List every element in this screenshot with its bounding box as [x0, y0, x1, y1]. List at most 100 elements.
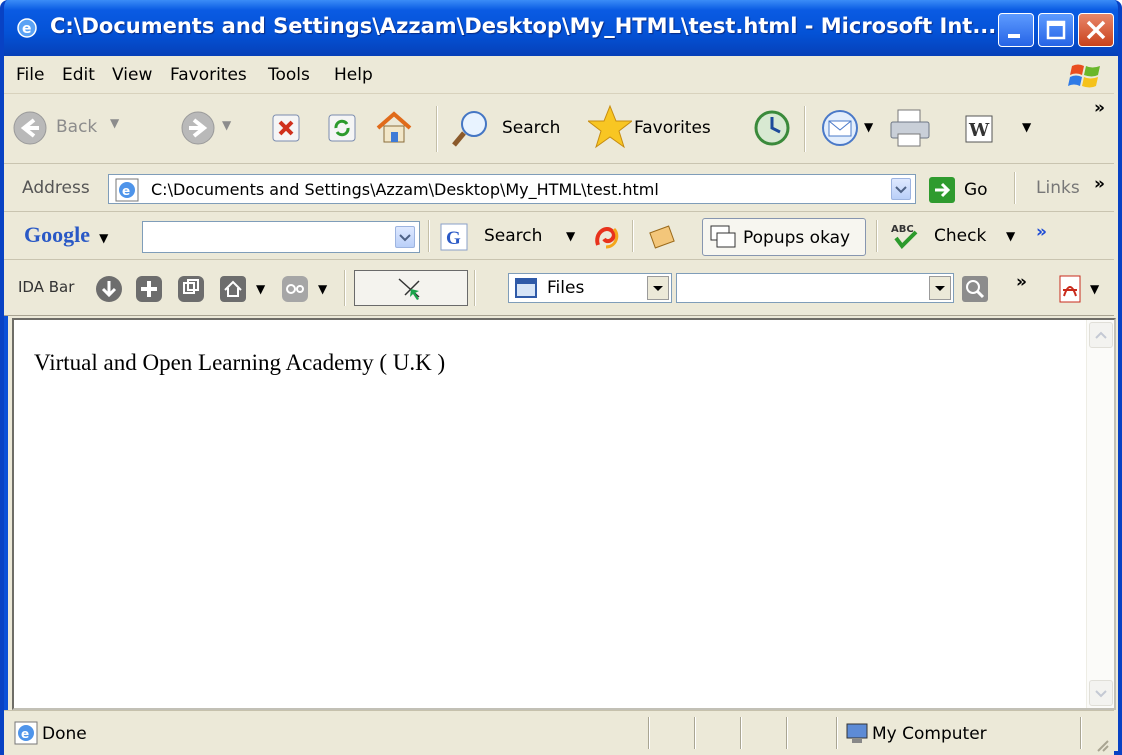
download-circle-icon[interactable] — [94, 274, 124, 304]
google-search-dropdown[interactable] — [395, 226, 415, 248]
svg-text:e: e — [22, 21, 32, 37]
edit-dropdown-icon[interactable]: ▼ — [1022, 120, 1031, 134]
popup-blocker-button[interactable]: Popups okay — [702, 218, 866, 256]
windows-stack-icon[interactable] — [176, 274, 206, 304]
maximize-button[interactable] — [1038, 13, 1074, 47]
page-ie-icon: e — [115, 178, 139, 202]
menu-favorites[interactable]: Favorites — [170, 65, 247, 85]
print-icon[interactable] — [888, 108, 934, 148]
google-overflow-chevron[interactable]: » — [1036, 222, 1047, 242]
title-bar[interactable]: e C:\Documents and Settings\Azzam\Deskto… — [4, 0, 1118, 56]
status-separator — [836, 717, 838, 749]
ida-toolbar: IDA Bar ▼ ▼ Files » ▼ — [4, 260, 1114, 316]
close-button[interactable] — [1078, 13, 1114, 47]
back-dropdown-icon[interactable]: ▼ — [110, 116, 119, 130]
magnifier-icon — [452, 111, 487, 147]
forward-arrow-icon[interactable] — [180, 110, 216, 146]
minimize-icon — [1008, 34, 1020, 38]
toolbar-separator — [428, 220, 430, 252]
links-button[interactable]: Links — [1036, 178, 1080, 198]
ida-address-dropdown-arrow[interactable] — [929, 276, 951, 300]
menu-help[interactable]: Help — [334, 65, 373, 85]
page-text: Virtual and Open Learning Academy ( U.K … — [34, 350, 446, 375]
ie-icon: e — [17, 18, 37, 38]
word-edit-icon[interactable]: W — [964, 114, 994, 144]
page-content: Virtual and Open Learning Academy ( U.K … — [12, 318, 1116, 710]
google-logo: Google — [24, 222, 90, 247]
toolbar-separator — [632, 220, 634, 252]
menu-edit[interactable]: Edit — [62, 65, 95, 85]
menu-file[interactable]: File — [16, 65, 44, 85]
star-icon — [588, 104, 632, 149]
status-separator — [694, 717, 696, 749]
standard-toolbar: Back ▼ ▼ Search Favorites ▼ W ▼ » — [4, 94, 1114, 164]
files-dropdown[interactable]: Files — [508, 273, 672, 303]
toolbar-separator — [344, 270, 346, 306]
refresh-icon[interactable] — [326, 112, 358, 144]
menu-tools[interactable]: Tools — [268, 65, 310, 85]
address-input[interactable]: e C:\Documents and Settings\Azzam\Deskto… — [108, 174, 916, 204]
ida-home-icon[interactable] — [218, 274, 248, 304]
back-arrow-icon — [13, 111, 47, 145]
ida-overflow-chevron[interactable]: » — [1016, 272, 1027, 292]
my-computer-icon — [846, 723, 868, 743]
svg-text:e: e — [21, 727, 29, 741]
cursor-target-icon — [398, 278, 420, 300]
google-dropdown-icon: ▼ — [99, 231, 109, 245]
toolbar-separator — [804, 106, 806, 152]
ida-cursor-button[interactable] — [354, 270, 468, 306]
ida-tools-icon[interactable] — [280, 274, 310, 304]
home-icon[interactable] — [374, 108, 414, 148]
resize-grip-icon[interactable] — [1094, 737, 1110, 753]
google-toolbar: Google ▼ G Search ▼ Popups okay ABC Chec… — [4, 212, 1114, 260]
menu-view[interactable]: View — [112, 65, 152, 85]
scroll-up-button[interactable] — [1089, 322, 1113, 348]
spell-check-button[interactable]: ABC Check ▼ — [890, 220, 1040, 252]
scroll-down-button[interactable] — [1089, 680, 1113, 706]
search-dropdown-icon: ▼ — [566, 229, 576, 243]
svg-text:ABC: ABC — [891, 224, 914, 235]
window-icon — [515, 278, 537, 298]
add-icon[interactable] — [134, 274, 164, 304]
status-separator — [786, 717, 788, 749]
mail-icon[interactable] — [820, 108, 860, 148]
toolbar-separator — [436, 106, 438, 152]
chevron-down-icon — [399, 234, 411, 242]
search-button[interactable]: Search — [450, 106, 576, 150]
windows-logo-icon — [1068, 64, 1100, 88]
go-arrow-icon — [929, 177, 955, 203]
toolbar-separator — [474, 270, 476, 306]
chevron-down-icon — [895, 186, 907, 194]
security-zone: My Computer — [872, 724, 987, 744]
pdf-dropdown-icon[interactable]: ▼ — [1090, 282, 1099, 296]
files-dropdown-arrow[interactable] — [647, 276, 669, 300]
pdf-icon[interactable] — [1056, 274, 1086, 304]
toolbar-separator — [1014, 172, 1016, 204]
ida-home-dropdown-icon[interactable]: ▼ — [256, 282, 265, 296]
links-overflow-chevron[interactable]: » — [1094, 174, 1105, 194]
go-button[interactable]: Go — [928, 176, 998, 204]
ida-tools-dropdown-icon[interactable]: ▼ — [318, 282, 327, 296]
status-text: Done — [42, 724, 87, 744]
window-title: C:\Documents and Settings\Azzam\Desktop\… — [50, 14, 997, 38]
minimize-button[interactable] — [998, 13, 1034, 47]
google-search-input[interactable] — [142, 221, 420, 253]
pagerank-swirl-icon[interactable] — [592, 223, 622, 251]
ida-search-icon[interactable] — [960, 274, 990, 304]
chevron-up-icon — [1095, 331, 1107, 339]
back-button[interactable]: Back ▼ — [10, 108, 160, 148]
favorites-button[interactable]: Favorites — [588, 104, 728, 150]
address-value: C:\Documents and Settings\Azzam\Desktop\… — [151, 180, 659, 199]
forward-dropdown-icon[interactable]: ▼ — [222, 118, 231, 132]
google-logo-button[interactable]: Google ▼ — [24, 222, 108, 248]
ida-address-dropdown[interactable] — [676, 273, 954, 303]
status-separator — [648, 717, 650, 749]
mail-dropdown-icon[interactable]: ▼ — [864, 120, 873, 134]
toolbar-overflow-chevron[interactable]: » — [1094, 98, 1105, 118]
vertical-scrollbar[interactable] — [1086, 320, 1114, 708]
news-icon[interactable] — [648, 223, 678, 251]
history-icon[interactable] — [752, 108, 792, 148]
google-search-button[interactable]: G Search ▼ — [440, 221, 590, 251]
address-dropdown-button[interactable] — [891, 178, 911, 200]
stop-icon[interactable] — [270, 112, 302, 144]
